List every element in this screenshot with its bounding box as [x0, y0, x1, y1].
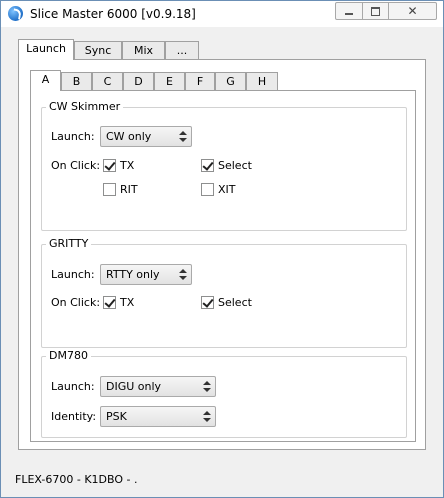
- launch-label: Launch:: [51, 268, 95, 281]
- select-checkbox[interactable]: [201, 159, 214, 172]
- xit-label: XIT: [218, 183, 236, 196]
- xit-checkbox[interactable]: [201, 183, 214, 196]
- tab-slice-g[interactable]: G: [215, 72, 246, 90]
- maximize-button[interactable]: [363, 2, 389, 20]
- slice-a-panel: CW Skimmer Launch: CW only On Click: TX …: [30, 90, 416, 442]
- launch-select[interactable]: CW only: [100, 126, 192, 147]
- launch-select-value: DIGU only: [106, 380, 162, 393]
- on-click-label: On Click:: [51, 159, 101, 172]
- select-checkbox[interactable]: [201, 296, 214, 309]
- tab-launch[interactable]: Launch: [18, 39, 74, 60]
- minimize-icon: [345, 13, 353, 15]
- window-title: Slice Master 6000 [v0.9.18]: [30, 7, 196, 21]
- rit-checkbox[interactable]: [103, 183, 116, 196]
- launch-select[interactable]: DIGU only: [100, 376, 216, 397]
- identity-select[interactable]: PSK: [100, 406, 216, 427]
- tab-sync[interactable]: Sync: [74, 41, 122, 59]
- rit-label: RIT: [120, 183, 138, 196]
- updown-arrows-icon: [203, 410, 211, 423]
- group-title: DM780: [46, 349, 91, 362]
- on-click-label: On Click:: [51, 296, 101, 309]
- tx-checkbox[interactable]: [103, 159, 116, 172]
- launch-select-value: RTTY only: [106, 268, 160, 281]
- group-title: GRITTY: [46, 237, 92, 250]
- maximize-icon: [371, 6, 380, 16]
- tab-slice-c[interactable]: C: [92, 72, 123, 90]
- updown-arrows-icon: [203, 380, 211, 393]
- tab-mix[interactable]: Mix: [122, 41, 165, 59]
- updown-arrows-icon: [179, 268, 187, 281]
- group-title: CW Skimmer: [46, 100, 124, 113]
- tx-label: TX: [120, 159, 135, 172]
- updown-arrows-icon: [179, 130, 187, 143]
- app-logo-icon: [8, 6, 23, 21]
- tx-label: TX: [120, 296, 135, 309]
- launch-select-value: CW only: [106, 130, 152, 143]
- select-label: Select: [218, 159, 252, 172]
- tab-slice-d[interactable]: D: [123, 72, 154, 90]
- close-icon: ✕: [407, 4, 418, 18]
- gritty-group: GRITTY Launch: RTTY only On Click: TX Se…: [41, 237, 407, 348]
- tab-slice-a[interactable]: A: [30, 70, 61, 91]
- launch-label: Launch:: [51, 380, 95, 393]
- launch-tab-panel: A B C D E F G H CW Skimmer Launch: CW on…: [18, 59, 426, 450]
- status-bar-text: FLEX-6700 - K1DBO - .: [15, 473, 138, 486]
- tab-slice-f[interactable]: F: [185, 72, 215, 90]
- slice-tab-strip: A B C D E F G H: [30, 70, 290, 91]
- tx-checkbox[interactable]: [103, 296, 116, 309]
- main-tab-strip: Launch Sync Mix ...: [18, 39, 218, 60]
- tab-more[interactable]: ...: [165, 41, 199, 59]
- title-bar: Slice Master 6000 [v0.9.18] ✕: [1, 1, 443, 27]
- tab-slice-b[interactable]: B: [61, 72, 92, 90]
- tab-slice-e[interactable]: E: [154, 72, 185, 90]
- cw-skimmer-group: CW Skimmer Launch: CW only On Click: TX …: [41, 100, 407, 231]
- dm780-group: DM780 Launch: DIGU only Identity: PSK: [41, 349, 407, 438]
- tab-slice-h[interactable]: H: [246, 72, 278, 90]
- app-window: Slice Master 6000 [v0.9.18] ✕ Launch Syn…: [0, 0, 444, 498]
- identity-select-value: PSK: [106, 410, 127, 423]
- close-button[interactable]: ✕: [389, 2, 437, 20]
- minimize-button[interactable]: [335, 2, 363, 20]
- launch-label: Launch:: [51, 130, 95, 143]
- launch-select[interactable]: RTTY only: [100, 264, 192, 285]
- identity-label: Identity:: [51, 410, 97, 423]
- select-label: Select: [218, 296, 252, 309]
